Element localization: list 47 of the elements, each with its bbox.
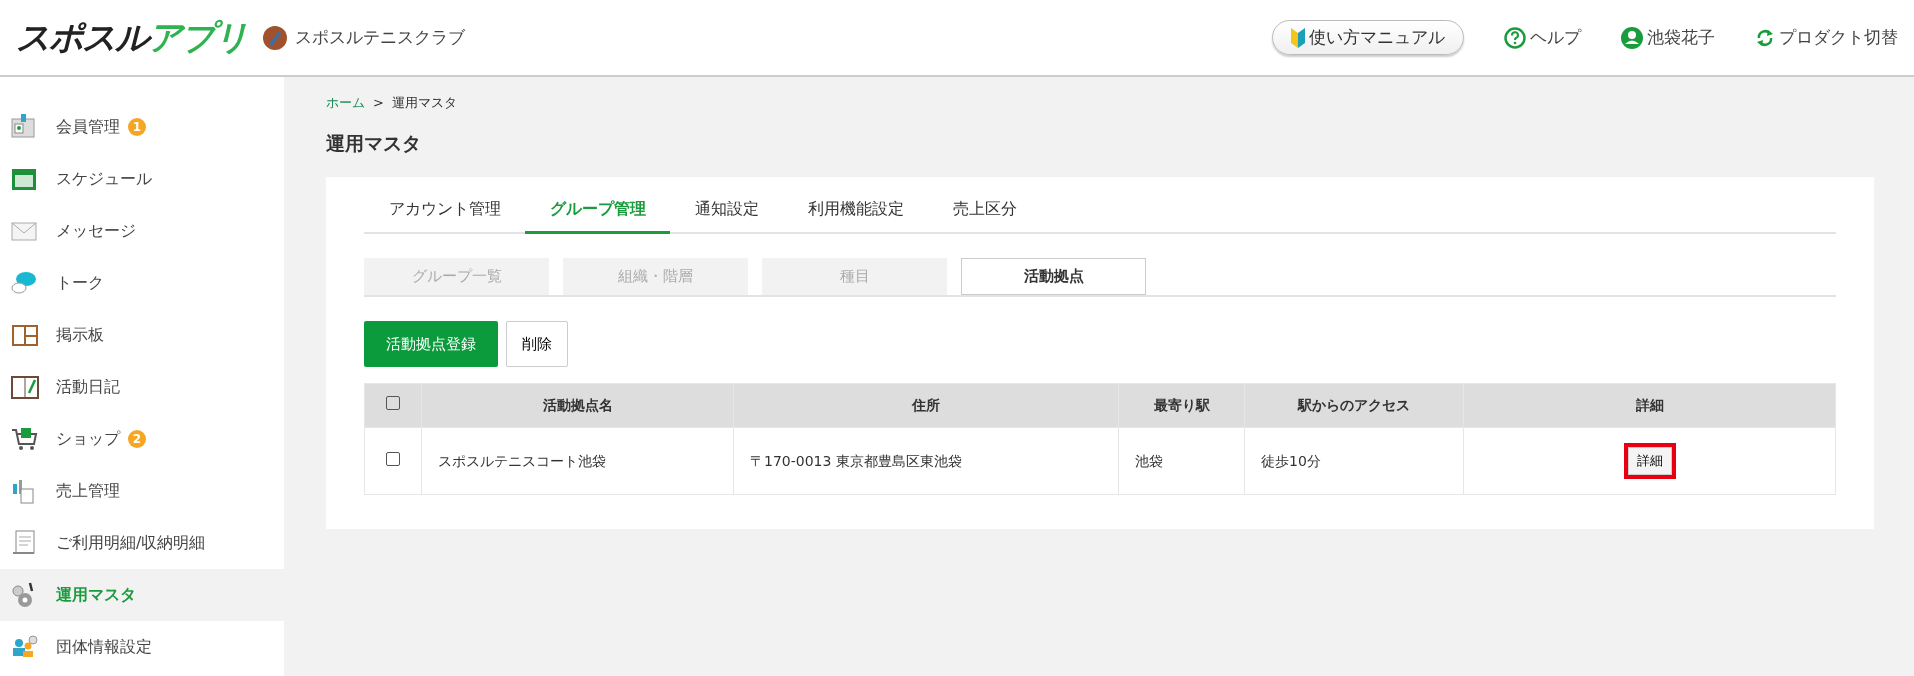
sidebar-item[interactable]: トーク — [0, 257, 284, 309]
help-icon — [1504, 26, 1526, 49]
sidebar-item[interactable]: 掲示板 — [0, 309, 284, 361]
help-link[interactable]: ヘルプ — [1504, 24, 1581, 51]
column-header: 住所 — [733, 383, 1119, 428]
column-header: 詳細 — [1463, 383, 1836, 428]
club-name: スポスルテニスクラブ — [295, 25, 465, 49]
tab[interactable]: 利用機能設定 — [783, 187, 928, 234]
sidebar-item[interactable]: 活動日記 — [0, 361, 284, 413]
table-cell: 〒170-0013 東京都豊島区東池袋 — [733, 427, 1119, 495]
tab[interactable]: 通知設定 — [670, 187, 783, 234]
count-badge: 2 — [128, 430, 146, 448]
sidebar-item[interactable]: 売上管理 — [0, 465, 284, 517]
breadcrumb-separator: > — [373, 94, 384, 112]
breadcrumb-current: 運用マスタ — [391, 94, 457, 112]
sidebar-item[interactable]: 会員管理 1 — [0, 101, 284, 153]
refresh-icon — [1755, 27, 1775, 48]
tab[interactable]: 売上区分 — [928, 187, 1041, 234]
sidebar-item[interactable]: スケジュール — [0, 153, 284, 205]
sidebar-item[interactable]: 団体情報設定 — [0, 621, 284, 673]
register-button[interactable]: 活動拠点登録 — [364, 321, 498, 367]
column-header: 駅からのアクセス — [1244, 383, 1464, 428]
table-cell: スポスルテニスコート池袋 — [421, 427, 734, 495]
sub-tab[interactable]: 活動拠点 — [961, 258, 1146, 295]
sidebar-item[interactable]: ショップ 2 — [0, 413, 284, 465]
menu-item-icon — [10, 373, 40, 401]
column-header: 活動拠点名 — [421, 383, 734, 428]
user-icon — [1621, 26, 1643, 49]
page-title: 運用マスタ — [326, 130, 422, 156]
table-cell: 徒歩10分 — [1244, 427, 1464, 495]
row-checkbox[interactable] — [386, 451, 400, 466]
tab[interactable]: グループ管理 — [525, 187, 670, 234]
tab[interactable]: アカウント管理 — [364, 187, 525, 234]
product-switch-link[interactable]: プロダクト切替 — [1755, 24, 1898, 51]
column-header: 最寄り駅 — [1118, 383, 1245, 428]
sidebar-item[interactable]: ご利用明細/収納明細 — [0, 517, 284, 569]
table-cell: 池袋 — [1118, 427, 1245, 495]
menu-item-icon — [10, 425, 40, 453]
manual-button[interactable]: 使い方マニュアル — [1272, 19, 1464, 56]
user-link[interactable]: 池袋花子 — [1621, 24, 1715, 51]
sidebar-item[interactable]: メッセージ — [0, 205, 284, 257]
app-logo: スポスルアプリ — [16, 16, 247, 59]
breadcrumb-link[interactable]: ホーム — [326, 93, 365, 113]
count-badge: 1 — [128, 118, 146, 136]
select-all-checkbox[interactable] — [386, 396, 400, 410]
beginner-mark-icon — [1291, 27, 1305, 48]
delete-button[interactable]: 削除 — [506, 321, 568, 367]
